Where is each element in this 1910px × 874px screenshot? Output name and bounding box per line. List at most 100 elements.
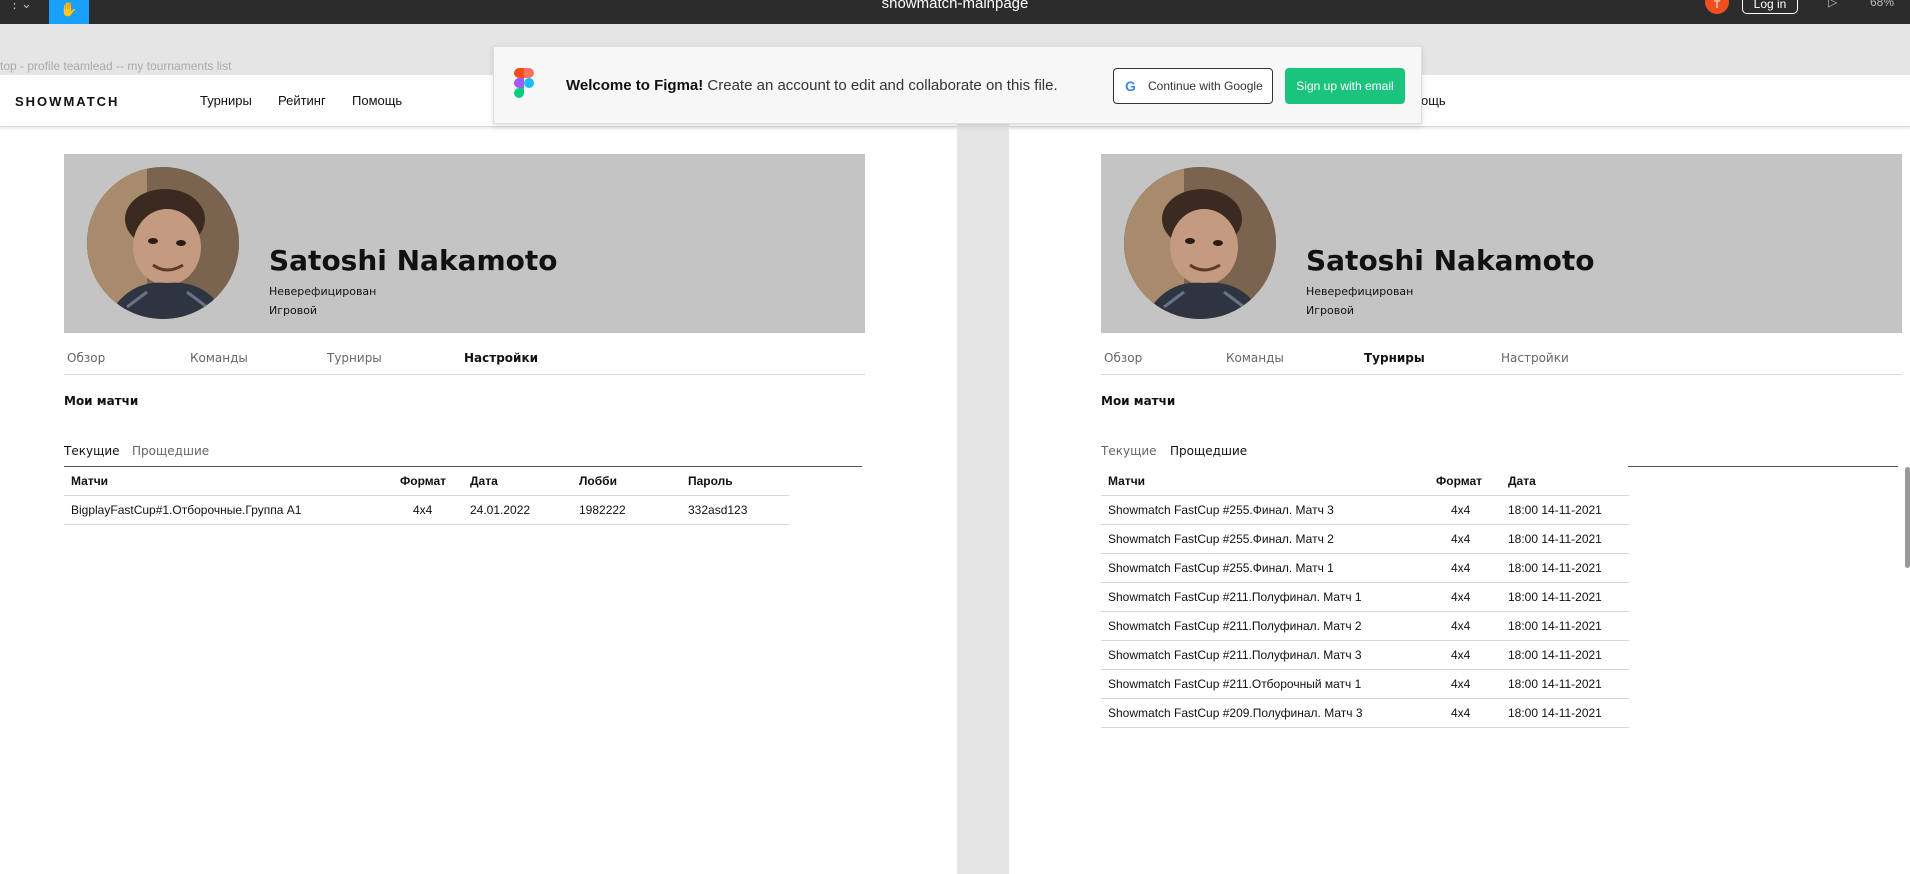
header-format: Формат bbox=[400, 474, 447, 488]
sign-up-email-button[interactable]: Sign up with email bbox=[1285, 68, 1405, 104]
match-format: 4x4 bbox=[1451, 648, 1471, 662]
tab-tournaments[interactable]: Турниры bbox=[327, 351, 382, 365]
match-format: 4x4 bbox=[413, 503, 433, 517]
frame-breadcrumb: top - profile teamlead -- my tournaments… bbox=[0, 59, 232, 73]
profile-tabs: Обзор Команды Турниры Настройки bbox=[1101, 351, 1902, 375]
table-row[interactable]: Showmatch FastCup #211.Отборочный матч 1… bbox=[1101, 670, 1629, 699]
tab-overview[interactable]: Обзор bbox=[67, 351, 105, 365]
current-matches-table: Матчи Формат Дата Лобби Пароль BigplayFa… bbox=[64, 467, 789, 525]
frame-past-matches: ощь Satoshi Nakamoto Неверефицирован Игр… bbox=[1009, 75, 1910, 874]
profile-tabs: Обзор Команды Турниры Настройки bbox=[64, 351, 865, 375]
match-date: 18:00 14-11-2021 bbox=[1508, 648, 1602, 662]
subtab-past[interactable]: Прощедшие bbox=[132, 444, 209, 458]
table-row[interactable]: BigplayFastCup#1.Отборочные.Группа A1 4x… bbox=[64, 496, 789, 525]
nav-rating[interactable]: Рейтинг bbox=[278, 93, 326, 108]
subtab-current[interactable]: Текущие bbox=[1101, 444, 1157, 458]
match-format: 4x4 bbox=[1451, 706, 1471, 720]
section-title: Мои матчи bbox=[1101, 394, 1176, 408]
frame-current-matches: SHOWMATCH Турниры Рейтинг Помощь Satoshi… bbox=[0, 75, 957, 874]
header-date: Дата bbox=[1508, 474, 1536, 488]
site-logo[interactable]: SHOWMATCH bbox=[15, 94, 119, 109]
match-date: 18:00 14-11-2021 bbox=[1508, 677, 1602, 691]
welcome-title: Welcome to Figma! bbox=[566, 77, 704, 94]
match-date: 18:00 14-11-2021 bbox=[1508, 619, 1602, 633]
figma-welcome-banner: Welcome to Figma! Create an account to e… bbox=[493, 46, 1422, 124]
table-row[interactable]: Showmatch FastCup #255.Финал. Матч 1 4x4… bbox=[1101, 554, 1629, 583]
past-matches-table: Матчи Формат Дата Showmatch FastCup #255… bbox=[1101, 467, 1629, 728]
table-row[interactable]: Showmatch FastCup #255.Финал. Матч 2 4x4… bbox=[1101, 525, 1629, 554]
match-date: 18:00 14-11-2021 bbox=[1508, 503, 1602, 517]
header-lobby: Лобби bbox=[579, 474, 617, 488]
match-name[interactable]: Showmatch FastCup #211.Полуфинал. Матч 3 bbox=[1108, 648, 1362, 662]
nav-help-partial[interactable]: ощь bbox=[1421, 93, 1446, 108]
subtab-past[interactable]: Прощедшие bbox=[1170, 444, 1247, 458]
profile-status: Неверефицирован bbox=[269, 285, 377, 298]
section-title: Мои матчи bbox=[64, 394, 139, 408]
google-icon: G bbox=[1125, 78, 1136, 94]
table-row[interactable]: Showmatch FastCup #209.Полуфинал. Матч 3… bbox=[1101, 699, 1629, 728]
present-play-icon[interactable]: ▷ bbox=[1828, 0, 1837, 9]
zoom-level[interactable]: 68% bbox=[1870, 0, 1894, 9]
profile-avatar bbox=[87, 167, 239, 319]
nav-tournaments[interactable]: Турниры bbox=[200, 93, 252, 108]
profile-avatar bbox=[1124, 167, 1276, 319]
table-row[interactable]: Showmatch FastCup #211.Полуфинал. Матч 3… bbox=[1101, 641, 1629, 670]
match-name[interactable]: Showmatch FastCup #255.Финал. Матч 2 bbox=[1108, 532, 1334, 546]
match-name[interactable]: BigplayFastCup#1.Отборочные.Группа A1 bbox=[71, 503, 301, 517]
tab-teams[interactable]: Команды bbox=[1226, 351, 1284, 365]
table-row[interactable]: Showmatch FastCup #255.Финал. Матч 3 4x4… bbox=[1101, 496, 1629, 525]
match-lobby: 1982222 bbox=[579, 503, 626, 517]
tab-overview[interactable]: Обзор bbox=[1104, 351, 1142, 365]
table-row[interactable]: Showmatch FastCup #211.Полуфинал. Матч 1… bbox=[1101, 583, 1629, 612]
header-date: Дата bbox=[470, 474, 498, 488]
match-name[interactable]: Showmatch FastCup #211.Полуфинал. Матч 1 bbox=[1108, 590, 1362, 604]
table-header-row: Матчи Формат Дата Лобби Пароль bbox=[64, 467, 789, 496]
header-password: Пароль bbox=[688, 474, 733, 488]
match-password: 332asd123 bbox=[688, 503, 748, 517]
profile-name: Satoshi Nakamoto bbox=[1306, 244, 1595, 277]
table-divider bbox=[1628, 466, 1898, 467]
table-header-row: Матчи Формат Дата bbox=[1101, 467, 1629, 496]
match-name[interactable]: Showmatch FastCup #255.Финал. Матч 3 bbox=[1108, 503, 1334, 517]
match-format: 4x4 bbox=[1451, 561, 1471, 575]
match-date: 18:00 14-11-2021 bbox=[1508, 561, 1602, 575]
header-format: Формат bbox=[1436, 474, 1483, 488]
header-matches: Матчи bbox=[71, 474, 109, 488]
profile-name: Satoshi Nakamoto bbox=[269, 244, 558, 277]
tab-tournaments[interactable]: Турниры bbox=[1364, 351, 1425, 365]
profile-type: Игровой bbox=[1306, 304, 1355, 317]
match-date: 18:00 14-11-2021 bbox=[1508, 706, 1602, 720]
match-date: 18:00 14-11-2021 bbox=[1508, 590, 1602, 604]
welcome-text: Create an account to edit and collaborat… bbox=[707, 77, 1058, 94]
match-date: 24.01.2022 bbox=[470, 503, 531, 517]
login-button[interactable]: Log in bbox=[1742, 0, 1798, 14]
welcome-message: Welcome to Figma! Create an account to e… bbox=[566, 77, 1058, 94]
tab-settings[interactable]: Настройки bbox=[464, 351, 538, 365]
match-date: 18:00 14-11-2021 bbox=[1508, 532, 1602, 546]
match-name[interactable]: Showmatch FastCup #211.Полуфинал. Матч 2 bbox=[1108, 619, 1362, 633]
match-name[interactable]: Showmatch FastCup #255.Финал. Матч 1 bbox=[1108, 561, 1334, 575]
match-format: 4x4 bbox=[1451, 677, 1471, 691]
match-format: 4x4 bbox=[1451, 532, 1471, 546]
figma-toolbar: ⋮⌄ ✋ showmatch-mainpage T Log in ▷ 68% bbox=[0, 0, 1910, 24]
match-name[interactable]: Showmatch FastCup #211.Отборочный матч 1 bbox=[1108, 677, 1361, 691]
tab-teams[interactable]: Команды bbox=[190, 351, 248, 365]
match-format: 4x4 bbox=[1451, 619, 1471, 633]
match-name[interactable]: Showmatch FastCup #209.Полуфинал. Матч 3 bbox=[1108, 706, 1363, 720]
continue-with-google-button[interactable]: G Continue with Google bbox=[1113, 68, 1273, 104]
match-format: 4x4 bbox=[1451, 590, 1471, 604]
match-format: 4x4 bbox=[1451, 503, 1471, 517]
tab-settings[interactable]: Настройки bbox=[1501, 351, 1569, 365]
profile-banner: Satoshi Nakamoto Неверефицирован Игровой bbox=[1101, 154, 1902, 333]
google-button-label: Continue with Google bbox=[1148, 79, 1263, 93]
table-row[interactable]: Showmatch FastCup #211.Полуфинал. Матч 2… bbox=[1101, 612, 1629, 641]
file-title: showmatch-mainpage bbox=[881, 0, 1029, 12]
figma-logo-icon bbox=[514, 68, 534, 98]
profile-banner: Satoshi Nakamoto Неверефицирован Игровой bbox=[64, 154, 865, 333]
profile-type: Игровой bbox=[269, 304, 318, 317]
vertical-scrollbar[interactable] bbox=[1905, 467, 1910, 568]
nav-help[interactable]: Помощь bbox=[352, 93, 402, 108]
profile-status: Неверефицирован bbox=[1306, 285, 1414, 298]
header-matches: Матчи bbox=[1108, 474, 1146, 488]
subtab-current[interactable]: Текущие bbox=[64, 444, 120, 458]
